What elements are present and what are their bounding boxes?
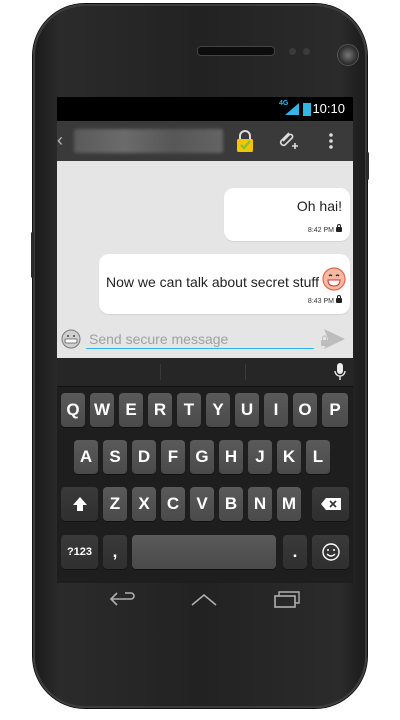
message-bubble[interactable]: Oh hai! 8:42 PM [224,188,350,241]
overflow-menu-icon[interactable] [319,129,343,153]
front-camera [337,44,359,66]
message-text: Now we can talk about secret stuff [106,274,319,290]
message-meta: 8:43 PM [307,295,342,305]
light-sensor [303,48,310,55]
key-n[interactable]: N [248,487,272,521]
action-bar: ‹ [57,121,353,161]
key-f[interactable]: F [161,440,185,474]
recent-apps-icon[interactable] [271,589,301,609]
key-r[interactable]: R [148,393,172,427]
shift-key[interactable] [61,487,98,521]
lock-check-icon[interactable] [233,129,257,153]
signal-icon [285,103,299,115]
key-b[interactable]: B [219,487,243,521]
suggestion-strip [57,358,353,387]
message-text: Oh hai! [296,198,342,214]
key-g[interactable]: G [190,440,214,474]
key-z[interactable]: Z [103,487,127,521]
key-s[interactable]: S [103,440,127,474]
attach-icon[interactable] [275,129,299,153]
key-y[interactable]: Y [206,393,230,427]
smiley-icon [321,543,340,561]
key-d[interactable]: D [132,440,156,474]
key-v[interactable]: V [190,487,214,521]
key-w[interactable]: W [90,393,114,427]
key-j[interactable]: J [248,440,272,474]
space-bar[interactable] [132,535,276,569]
key-i[interactable]: I [264,393,288,427]
emoji-key[interactable] [312,535,349,569]
emoji-picker-icon[interactable] [61,329,81,349]
send-icon[interactable] [319,327,347,351]
key-o[interactable]: O [293,393,317,427]
phone-screen: 4G 10:10 ‹ Oh hai! 8:42 PM Now we can ta… [57,97,353,583]
key-l[interactable]: L [306,440,330,474]
backspace-key[interactable] [312,487,349,521]
message-composer [57,322,353,358]
key-p[interactable]: P [322,393,348,427]
lock-icon [336,295,342,303]
key-k[interactable]: K [277,440,301,474]
back-chevron-icon[interactable]: ‹ [57,130,63,151]
power-button [366,152,369,180]
suggestion-divider [245,364,246,380]
numbers-key[interactable]: ?123 [61,535,98,569]
suggestion-divider [160,364,161,380]
home-icon[interactable] [189,589,219,609]
key-a[interactable]: A [74,440,98,474]
message-time: 8:42 PM [307,227,334,234]
key-q[interactable]: Q [61,393,85,427]
message-input[interactable] [89,329,309,349]
battery-icon [303,103,311,116]
proximity-sensor [289,48,296,55]
status-time: 10:10 [312,101,345,116]
period-key[interactable]: . [283,535,307,569]
comma-key[interactable]: , [103,535,127,569]
microphone-icon[interactable] [333,363,347,381]
key-e[interactable]: E [119,393,143,427]
input-underline [86,348,314,349]
key-u[interactable]: U [235,393,259,427]
status-bar: 4G 10:10 [57,97,353,121]
key-m[interactable]: M [277,487,301,521]
navigation-bar [57,583,353,623]
key-h[interactable]: H [219,440,243,474]
grinning-emoji-icon [322,267,346,291]
soft-keyboard: Q W E R T Y U I O P A S D F G H J K L Z … [57,358,353,583]
back-icon[interactable] [107,589,137,609]
lock-icon [336,224,342,232]
earpiece-speaker [197,46,275,56]
key-c[interactable]: C [161,487,185,521]
volume-button [31,232,34,278]
shift-arrow-icon [72,497,87,511]
message-bubble[interactable]: Now we can talk about secret stuff 8:43 … [99,254,350,314]
key-x[interactable]: X [132,487,156,521]
backspace-icon [320,498,341,510]
message-meta: 8:42 PM [307,224,342,234]
message-time: 8:43 PM [307,298,334,305]
key-t[interactable]: T [177,393,201,427]
contact-name-redacted[interactable] [74,129,223,153]
